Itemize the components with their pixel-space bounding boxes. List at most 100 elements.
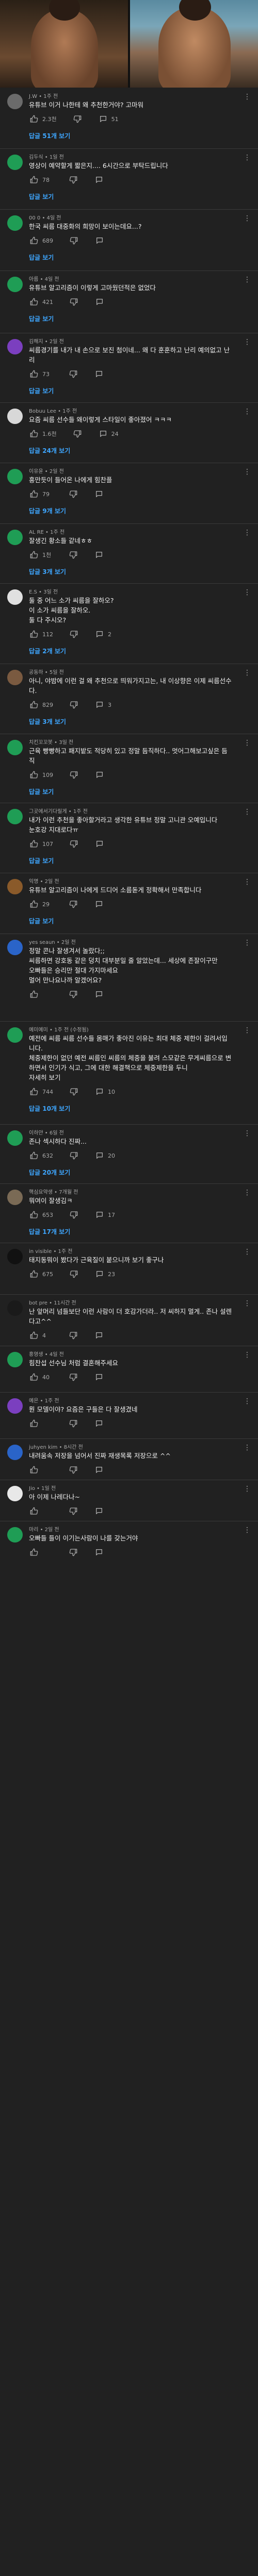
thumbs-down-icon[interactable] <box>69 700 79 710</box>
thumbs-up-icon[interactable] <box>29 1087 39 1097</box>
reply-icon[interactable] <box>94 1150 105 1161</box>
view-replies-button[interactable]: 답글 10개 보기 <box>29 1103 70 1113</box>
avatar[interactable] <box>7 94 23 109</box>
thumbs-down-icon[interactable] <box>68 899 78 909</box>
thumbs-up-icon[interactable] <box>29 1150 39 1161</box>
reply-icon[interactable] <box>94 1210 105 1220</box>
more-options-icon[interactable]: ⋮ <box>244 92 251 102</box>
reply-icon[interactable] <box>94 899 104 909</box>
thumbs-up-icon[interactable] <box>29 297 39 307</box>
thumbs-up-icon[interactable] <box>29 550 39 560</box>
thumbs-down-icon[interactable] <box>69 1269 79 1279</box>
thumbs-up-icon[interactable] <box>29 1372 39 1382</box>
avatar[interactable] <box>7 740 23 755</box>
comment-author[interactable]: 공동하 <box>29 670 43 675</box>
comment-author[interactable]: 마리 <box>29 1527 38 1533</box>
thumbs-down-icon[interactable] <box>69 1210 79 1220</box>
thumbs-up-icon[interactable] <box>29 839 39 849</box>
avatar[interactable] <box>7 339 23 354</box>
thumbs-down-icon[interactable] <box>68 989 78 999</box>
comment-author[interactable]: 아름 <box>29 277 38 282</box>
avatar[interactable] <box>7 940 23 955</box>
more-options-icon[interactable]: ⋮ <box>244 275 251 285</box>
reply-icon[interactable] <box>98 114 108 124</box>
reply-icon[interactable] <box>94 175 104 185</box>
avatar[interactable] <box>7 1190 23 1205</box>
view-replies-button[interactable]: 답글 보기 <box>29 313 54 324</box>
more-options-icon[interactable]: ⋮ <box>244 587 251 598</box>
view-replies-button[interactable]: 답글 3개 보기 <box>29 716 66 726</box>
reply-icon[interactable] <box>94 489 104 499</box>
reply-icon[interactable] <box>94 1506 104 1516</box>
view-replies-button[interactable]: 답글 20개 보기 <box>29 1167 70 1177</box>
avatar[interactable] <box>7 1445 23 1460</box>
thumbs-down-icon[interactable] <box>68 489 78 499</box>
more-options-icon[interactable]: ⋮ <box>244 213 251 224</box>
more-options-icon[interactable]: ⋮ <box>244 668 251 678</box>
thumbs-down-icon[interactable] <box>68 1506 78 1516</box>
view-replies-button[interactable]: 답글 3개 보기 <box>29 566 66 577</box>
more-options-icon[interactable]: ⋮ <box>244 877 251 887</box>
thumbs-down-icon[interactable] <box>68 1330 78 1341</box>
view-replies-button[interactable]: 답글 보기 <box>29 385 54 396</box>
avatar[interactable] <box>7 530 23 545</box>
more-options-icon[interactable]: ⋮ <box>244 406 251 417</box>
thumbs-down-icon[interactable] <box>69 1150 79 1161</box>
comment-author[interactable]: in visible <box>29 1249 52 1255</box>
comment-author[interactable]: juhyen kim <box>29 1445 57 1450</box>
thumbs-up-icon[interactable] <box>29 1465 39 1475</box>
reply-icon[interactable] <box>94 297 105 307</box>
avatar[interactable] <box>7 155 23 170</box>
view-replies-button[interactable]: 답글 51개 보기 <box>29 130 70 141</box>
thumbs-down-icon[interactable] <box>68 1372 78 1382</box>
thumbs-up-icon[interactable] <box>29 1330 39 1341</box>
thumbs-up-icon[interactable] <box>29 1506 39 1516</box>
thumbs-up-icon[interactable] <box>29 175 39 185</box>
avatar[interactable] <box>7 277 23 292</box>
avatar[interactable] <box>7 1130 23 1146</box>
thumbs-down-icon[interactable] <box>68 175 78 185</box>
avatar[interactable] <box>7 879 23 894</box>
comment-author[interactable]: yes seaun <box>29 940 55 945</box>
more-options-icon[interactable]: ⋮ <box>244 528 251 538</box>
thumbs-up-icon[interactable] <box>29 489 39 499</box>
more-options-icon[interactable]: ⋮ <box>244 1396 251 1406</box>
view-replies-button[interactable]: 답글 24개 보기 <box>29 445 70 455</box>
thumbs-up-icon[interactable] <box>29 429 39 439</box>
avatar[interactable] <box>7 215 23 231</box>
avatar[interactable] <box>7 589 23 605</box>
thumbs-up-icon[interactable] <box>29 114 39 124</box>
more-options-icon[interactable]: ⋮ <box>244 152 251 163</box>
reply-icon[interactable] <box>94 1087 105 1097</box>
avatar[interactable] <box>7 1300 23 1316</box>
avatar[interactable] <box>7 469 23 484</box>
view-replies-button[interactable]: 답글 9개 보기 <box>29 505 66 516</box>
comment-author[interactable]: 핵심요약생 <box>29 1190 53 1195</box>
avatar[interactable] <box>7 1486 23 1501</box>
thumbs-down-icon[interactable] <box>68 369 78 379</box>
comment-author[interactable]: 김두식 <box>29 155 43 160</box>
thumbs-up-icon[interactable] <box>29 235 39 246</box>
comment-author[interactable]: Bobuu Lee <box>29 409 56 414</box>
thumbs-down-icon[interactable] <box>68 1547 78 1557</box>
more-options-icon[interactable]: ⋮ <box>244 1298 251 1309</box>
view-replies-button[interactable]: 답글 17개 보기 <box>29 1226 70 1236</box>
more-options-icon[interactable]: ⋮ <box>244 1443 251 1453</box>
reply-icon[interactable] <box>94 550 104 560</box>
more-options-icon[interactable]: ⋮ <box>244 1350 251 1360</box>
reply-icon[interactable] <box>98 429 108 439</box>
thumbs-up-icon[interactable] <box>29 1418 39 1429</box>
avatar[interactable] <box>7 409 23 424</box>
thumbs-down-icon[interactable] <box>69 1087 79 1097</box>
reply-icon[interactable] <box>94 1372 104 1382</box>
thumbs-up-icon[interactable] <box>29 1210 39 1220</box>
reply-icon[interactable] <box>94 1465 104 1475</box>
thumbs-up-icon[interactable] <box>29 989 39 999</box>
view-replies-button[interactable]: 답글 2개 보기 <box>29 646 66 656</box>
view-replies-button[interactable]: 답글 보기 <box>29 786 54 796</box>
view-replies-button[interactable]: 답글 보기 <box>29 916 54 926</box>
view-replies-button[interactable]: 답글 보기 <box>29 191 54 201</box>
more-options-icon[interactable]: ⋮ <box>244 938 251 948</box>
more-options-icon[interactable]: ⋮ <box>244 1484 251 1494</box>
thumbs-up-icon[interactable] <box>29 899 39 909</box>
